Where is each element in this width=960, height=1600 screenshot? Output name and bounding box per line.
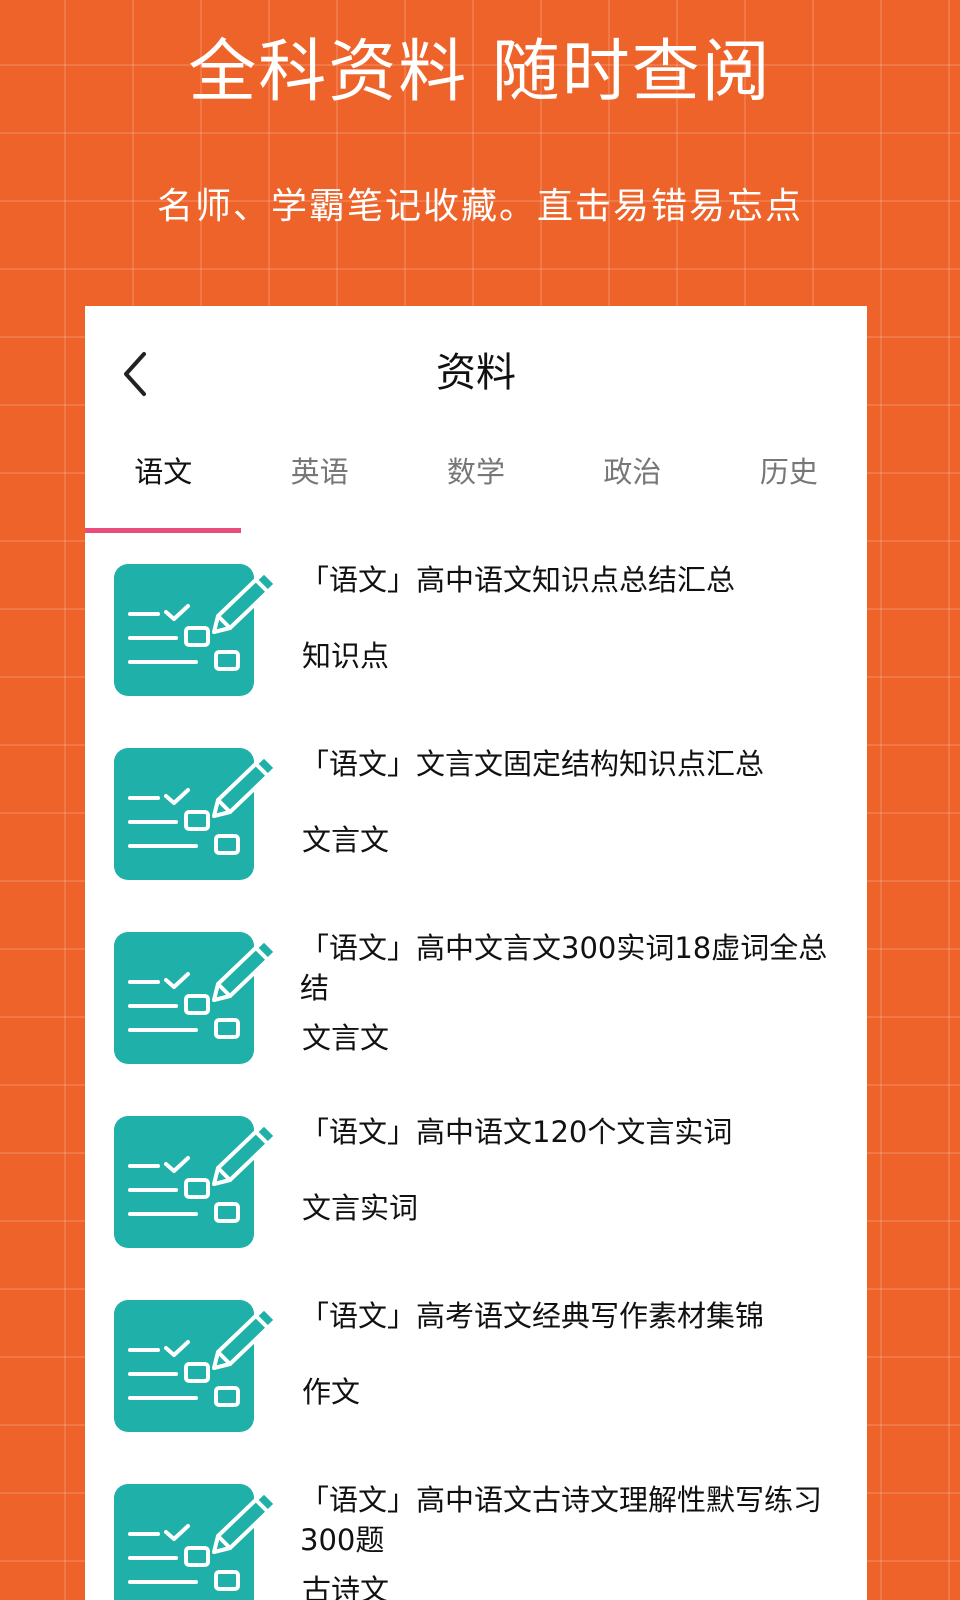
checklist-pencil-icon xyxy=(114,1484,278,1600)
tab-history[interactable]: 历史 xyxy=(711,436,867,534)
list-item[interactable]: 「语文」高中语文古诗文理解性默写练习300题 古诗文 xyxy=(85,1454,867,1600)
list-item[interactable]: 「语文」文言文固定结构知识点汇总 文言文 xyxy=(85,718,867,902)
promo-subline: 名师、学霸笔记收藏。直击易错易忘点 xyxy=(156,186,803,227)
tab-chinese[interactable]: 语文 xyxy=(85,436,241,534)
item-title: 「语文」高中文言文300实词18虚词全总结 xyxy=(300,931,828,1005)
material-list: 「语文」高中语文知识点总结汇总 知识点 「语文」文言文固定结构知识点汇总 文言文… xyxy=(85,534,867,1600)
item-title: 「语文」高中语文120个文言实词 xyxy=(300,1115,733,1149)
item-title: 「语文」高考语文经典写作素材集锦 xyxy=(300,1299,765,1333)
checklist-pencil-icon xyxy=(114,1300,278,1432)
item-title: 「语文」高中语文知识点总结汇总 xyxy=(300,563,736,597)
item-tag: 文言文 xyxy=(302,823,390,857)
item-tag: 文言实词 xyxy=(302,1191,419,1225)
checklist-pencil-icon xyxy=(114,564,278,696)
item-title: 「语文」高中语文古诗文理解性默写练习300题 xyxy=(300,1483,823,1557)
subject-tabs: 语文 英语 数学 政治 历史 xyxy=(85,436,867,534)
item-tag: 作文 xyxy=(302,1375,361,1409)
app-screen-card: 资料 语文 英语 数学 政治 历史 「语文」高中语文知识点总结汇总 知识点 「语… xyxy=(85,306,867,1600)
list-item[interactable]: 「语文」高中语文知识点总结汇总 知识点 xyxy=(85,534,867,718)
promo-headline: 全科资料 随时查阅 xyxy=(188,33,772,112)
item-tag: 古诗文 xyxy=(302,1573,390,1600)
tab-politics[interactable]: 政治 xyxy=(554,436,710,534)
tab-math[interactable]: 数学 xyxy=(398,436,554,534)
list-item[interactable]: 「语文」高中文言文300实词18虚词全总结 文言文 xyxy=(85,902,867,1086)
top-bar: 资料 xyxy=(85,306,867,436)
checklist-pencil-icon xyxy=(114,932,278,1064)
item-tag: 文言文 xyxy=(302,1021,390,1055)
checklist-pencil-icon xyxy=(114,748,278,880)
active-tab-indicator xyxy=(85,528,241,533)
list-item[interactable]: 「语文」高中语文120个文言实词 文言实词 xyxy=(85,1086,867,1270)
tab-english[interactable]: 英语 xyxy=(241,436,397,534)
item-title: 「语文」文言文固定结构知识点汇总 xyxy=(300,747,765,781)
checklist-pencil-icon xyxy=(114,1116,278,1248)
list-item[interactable]: 「语文」高考语文经典写作素材集锦 作文 xyxy=(85,1270,867,1454)
item-tag: 知识点 xyxy=(302,639,390,673)
page-title: 资料 xyxy=(436,350,516,396)
